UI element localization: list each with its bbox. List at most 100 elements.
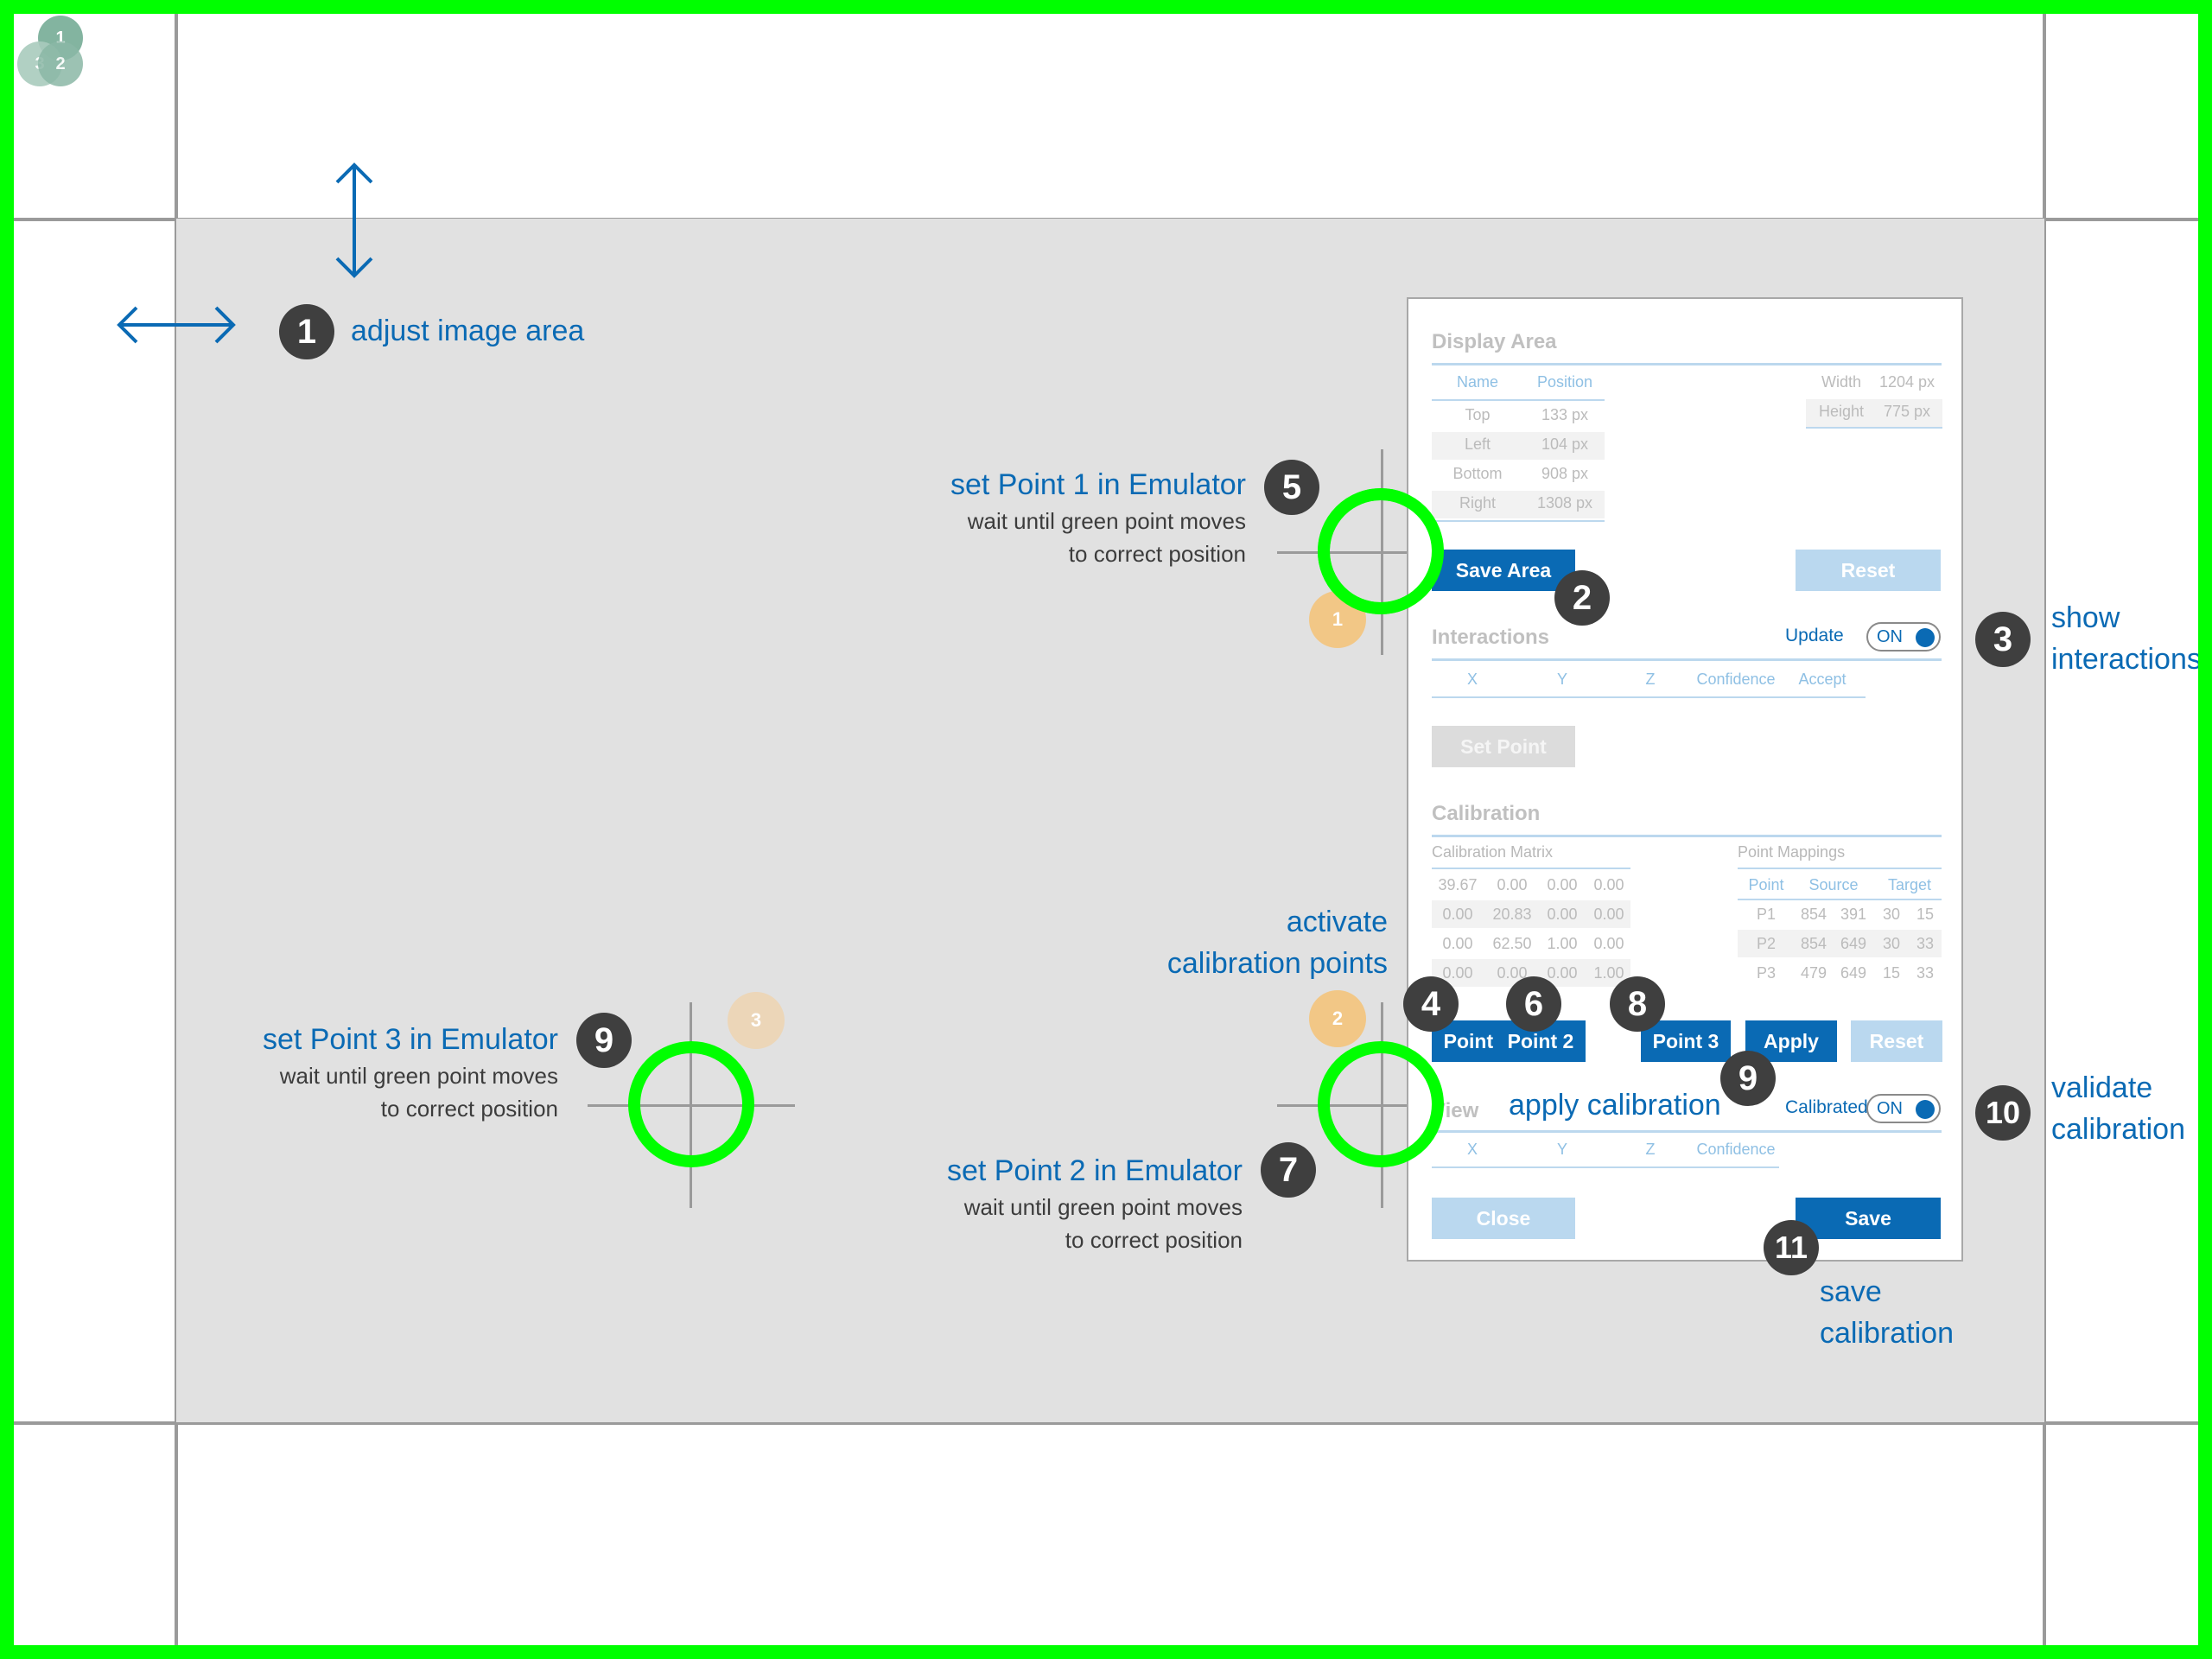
display-area-left-name: Left [1464,435,1491,453]
step-marker-1: 1 [279,304,334,359]
step-marker-5: 5 [1264,460,1319,515]
calibration-title: Calibration [1432,802,1541,825]
calibration-point-2: 2 [1309,990,1366,1047]
step-3-label-1: show [2051,601,2120,634]
calibration-rule [1432,835,1942,837]
interactions-header-x: X [1466,671,1478,688]
display-area-left-value: 104 px [1541,435,1589,453]
step-1-label: adjust image area [351,315,585,347]
save-button[interactable]: Save [1796,1198,1941,1239]
step-marker-2: 2 [1554,570,1610,626]
mapping-cell: 391 [1840,906,1867,923]
mapping-cell: P3 [1756,964,1777,982]
mapping-cell: 33 [1916,935,1935,952]
step-5-label: set Point 1 in Emulator [950,468,1246,501]
corner-point-2: 2 [38,41,83,86]
step-7-sub-1: wait until green point moves [963,1194,1243,1220]
mapping-cell: 30 [1882,935,1901,952]
activate-label-1: activate [1286,906,1388,938]
display-area-reset-button[interactable]: Reset [1796,550,1941,591]
display-area-right-name: Right [1459,494,1497,512]
mapping-cell: 854 [1800,935,1827,952]
matrix-cell: 0.00 [1547,876,1578,893]
calibration-target-3[interactable] [628,1041,754,1167]
point-mappings-header-rule [1738,899,1942,900]
display-area-size-rule [1806,427,1942,429]
step-10-label-1: validate [2051,1071,2153,1104]
display-area-header-name: Name [1456,373,1498,391]
display-area-width-label: Width [1821,373,1861,391]
mapping-cell: 33 [1916,964,1935,982]
interactions-header-accept: Accept [1798,671,1847,688]
display-area-rule [1432,363,1942,365]
display-area-title: Display Area [1432,330,1557,353]
point-mappings-rule [1738,868,1942,869]
calibrated-toggle-knob [1916,1100,1935,1119]
step-marker-10: 10 [1975,1085,2031,1141]
step-3-label-2: interactions [2051,643,2202,676]
step-9a-sub-1: wait until green point moves [279,1063,558,1089]
step-marker-9a: 9 [576,1013,632,1068]
mapping-cell: P1 [1756,906,1777,923]
horizontal-resize-arrow-icon[interactable] [114,299,238,351]
save-area-button[interactable]: Save Area [1432,550,1575,591]
mapping-header-point: Point [1748,876,1784,893]
step-10-label-2: calibration [2051,1113,2185,1146]
apply-calibration-label: apply calibration [1509,1089,1721,1122]
display-area-table-rule [1432,520,1605,522]
display-area-header-position: Position [1536,373,1593,391]
matrix-cell: 0.00 [1593,906,1624,923]
update-toggle[interactable]: ON [1866,622,1941,652]
calibrated-label: Calibrated [1785,1097,1868,1117]
vertical-resize-arrow-icon[interactable] [328,160,380,281]
calibration-target-1-ring[interactable] [1318,488,1444,614]
step-11-label-2: calibration [1820,1317,1954,1350]
point-mappings-label: Point Mappings [1738,843,1846,861]
view-header-rule [1432,1166,1779,1168]
step-9a-sub-2: to correct position [380,1096,558,1122]
display-area-header-rule [1432,399,1605,401]
matrix-cell: 39.67 [1438,876,1478,893]
step-marker-6: 6 [1506,976,1561,1032]
point-3-button[interactable]: Point 3 [1641,1020,1731,1062]
display-area-width-value: 1204 px [1878,373,1936,391]
mapping-cell: 854 [1800,906,1827,923]
matrix-cell: 1.00 [1547,935,1578,952]
calibrated-toggle[interactable]: ON [1866,1094,1941,1123]
mapping-cell: 15 [1882,964,1901,982]
update-label: Update [1785,626,1844,645]
display-area-right-value: 1308 px [1536,494,1593,512]
interactions-header-y: Y [1556,671,1567,688]
matrix-cell: 0.00 [1593,876,1624,893]
step-marker-3: 3 [1975,612,2031,667]
step-marker-4: 4 [1403,976,1459,1032]
mapping-header-target: Target [1887,876,1932,893]
matrix-cell: 62.50 [1492,935,1532,952]
step-marker-7: 7 [1261,1142,1316,1198]
update-toggle-text: ON [1877,627,1903,646]
view-header-confidence: Confidence [1696,1141,1776,1158]
calibration-target-2[interactable] [1318,1041,1444,1167]
step-marker-8: 8 [1610,976,1665,1032]
view-header-z: Z [1645,1141,1656,1158]
matrix-cell: 0.00 [1547,906,1578,923]
close-button[interactable]: Close [1432,1198,1575,1239]
calibration-reset-button[interactable]: Reset [1851,1020,1942,1062]
activate-label-2: calibration points [1166,947,1388,980]
matrix-cell: 0.00 [1442,906,1473,923]
mapping-cell: 15 [1916,906,1935,923]
step-11-label-1: save [1820,1275,1882,1308]
calibration-matrix-rule [1432,868,1630,869]
view-rule [1432,1130,1942,1133]
step-5-sub-2: to correct position [1068,541,1246,567]
mapping-header-source: Source [1808,876,1859,893]
calibration-point-3: 3 [728,992,785,1049]
view-header-y: Y [1556,1141,1567,1158]
calibrated-toggle-text: ON [1877,1099,1903,1118]
set-point-button[interactable]: Set Point [1432,726,1575,767]
mapping-cell: 479 [1800,964,1827,982]
interactions-header-rule [1432,696,1866,698]
display-area-top-name: Top [1465,406,1491,423]
interactions-title: Interactions [1432,626,1550,649]
interactions-header-confidence: Confidence [1696,671,1776,688]
